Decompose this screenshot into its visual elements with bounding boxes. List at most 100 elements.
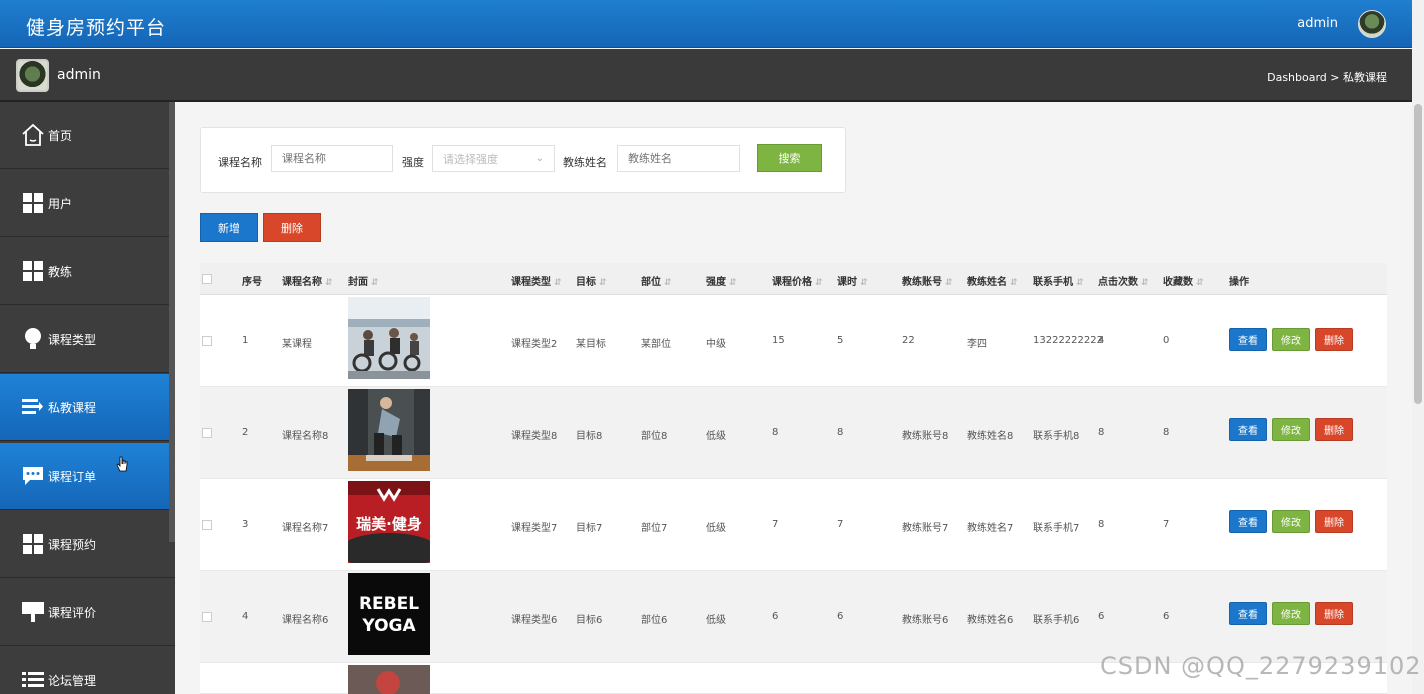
course-name-label: 课程名称 (218, 156, 262, 169)
cell-part: 部位8 (641, 431, 668, 442)
course-table: 序号 课程名称 ⇵ 封面 ⇵ 课程类型 ⇵ 目标 ⇵ 部位 ⇵ 强度 ⇵ 课程价格 ⇵ 课时 ⇵… (200, 263, 1387, 694)
col-header: 操作 (1229, 277, 1249, 288)
cell-phone: 联系手机7 (1033, 523, 1080, 534)
cell-part: 部位7 (641, 523, 668, 534)
cell-type: 课程类型7 (511, 523, 558, 534)
edit-button[interactable]: 修改 (1272, 328, 1310, 351)
cell-favs: 8 (1163, 427, 1170, 438)
search-button[interactable]: 搜索 (757, 144, 822, 172)
col-header[interactable]: 课程价格 ⇵ (772, 273, 823, 288)
sidebar-item-label: 首页 (48, 128, 73, 143)
sidebar-item-label: 教练 (48, 264, 73, 279)
view-button[interactable]: 查看 (1229, 418, 1267, 441)
top-header: 健身房预约平台 admin (0, 0, 1424, 48)
cell-intensity: 低级 (706, 431, 726, 442)
cell-favs: 6 (1163, 611, 1170, 622)
table-row: 1 某课程 课程类型2 某目标 某部位 中级 15 5 22 李四 132222… (200, 295, 1387, 387)
sidebar-item-label: 课程评价 (48, 605, 97, 620)
delete-button[interactable]: 删除 (1315, 602, 1353, 625)
cell-goal: 目标7 (576, 523, 603, 534)
col-header[interactable]: 部位 ⇵ (641, 273, 672, 288)
header-avatar[interactable] (1358, 10, 1386, 38)
cell-part: 某部位 (641, 339, 671, 350)
sidebar-item-course-reviews[interactable]: 课程评价 (0, 579, 175, 646)
cell-account: 22 (902, 335, 915, 346)
intensity-select[interactable]: 请选择强度 ⌄ (432, 145, 555, 172)
cover-image-gym-sign: 瑞美·健身 (348, 481, 430, 563)
sidebar-item-label: 课程订单 (48, 469, 97, 484)
search-panel: 课程名称 强度 请选择强度 ⌄ 教练姓名 搜索 (200, 127, 846, 193)
sidebar-item-coaches[interactable]: 教练 (0, 238, 175, 305)
col-header[interactable]: 收藏数 ⇵ (1163, 273, 1204, 288)
cell-coach: 教练姓名6 (967, 615, 1014, 626)
cell-hours: 6 (837, 611, 844, 622)
scrollbar-thumb[interactable] (1414, 104, 1422, 404)
sidebar-item-home[interactable]: 首页 (0, 102, 175, 169)
col-header[interactable]: 封面 ⇵ (348, 273, 379, 288)
delete-button[interactable]: 删除 (1315, 418, 1353, 441)
cover-image-spin-class (348, 297, 430, 379)
page-scrollbar[interactable] (1412, 0, 1424, 694)
table-row: 4 课程名称6 REBEL YOGA 课程类型6 目标6 部位6 低级 6 6 教… (200, 571, 1387, 663)
avatar (16, 59, 49, 92)
edit-button[interactable]: 修改 (1272, 510, 1310, 533)
cell-hours: 8 (837, 427, 844, 438)
sidebar-item-users[interactable]: 用户 (0, 170, 175, 237)
delete-button[interactable]: 删除 (1315, 510, 1353, 533)
intensity-placeholder: 请选择强度 (443, 152, 498, 166)
cell-account: 教练账号7 (902, 523, 949, 534)
row-checkbox[interactable] (202, 428, 212, 438)
sidebar-item-course-orders[interactable]: 课程订单 (0, 443, 175, 510)
cell-price: 15 (772, 335, 785, 346)
col-header[interactable]: 教练姓名 ⇵ (967, 273, 1018, 288)
cell-goal: 目标6 (576, 615, 603, 626)
cell-no: 3 (242, 519, 249, 530)
col-header[interactable]: 联系手机 ⇵ (1033, 273, 1084, 288)
row-checkbox[interactable] (202, 520, 212, 530)
cover-sign-text: 瑞美·健身 (356, 515, 422, 533)
sidebar-item-label: 私教课程 (48, 400, 97, 415)
col-header[interactable]: 课程名称 ⇵ (282, 273, 333, 288)
header-username[interactable]: admin (1297, 16, 1338, 31)
col-header[interactable]: 课时 ⇵ (837, 273, 868, 288)
view-button[interactable]: 查看 (1229, 510, 1267, 533)
col-header[interactable]: 课程类型 ⇵ (511, 273, 562, 288)
col-header[interactable]: 教练账号 ⇵ (902, 273, 953, 288)
table-header: 序号 课程名称 ⇵ 封面 ⇵ 课程类型 ⇵ 目标 ⇵ 部位 ⇵ 强度 ⇵ 课程价格 ⇵ 课时 ⇵… (200, 263, 1387, 295)
row-checkbox[interactable] (202, 612, 212, 622)
sidebar-scrollbar[interactable] (169, 102, 175, 542)
cell-name: 课程名称8 (282, 431, 329, 442)
list-icon (20, 394, 46, 420)
sidebar-item-label: 用户 (48, 196, 73, 211)
coach-name-input[interactable] (617, 145, 740, 172)
sidebar-item-course-booking[interactable]: 课程预约 (0, 511, 175, 578)
sidebar-item-forum[interactable]: 论坛管理 (0, 647, 175, 694)
cell-favs: 7 (1163, 519, 1170, 530)
cell-intensity: 中级 (706, 339, 726, 350)
grid-icon (20, 531, 46, 557)
course-name-input[interactable] (271, 145, 393, 172)
edit-button[interactable]: 修改 (1272, 418, 1310, 441)
col-header[interactable]: 强度 ⇵ (706, 273, 737, 288)
cell-goal: 某目标 (576, 339, 606, 350)
cover-image-partial (348, 665, 430, 694)
add-button[interactable]: 新增 (200, 213, 258, 242)
delete-button[interactable]: 删除 (1315, 328, 1353, 351)
chevron-down-icon: ⌄ (535, 153, 544, 164)
col-header[interactable]: 点击次数 ⇵ (1098, 273, 1149, 288)
col-header[interactable]: 目标 ⇵ (576, 273, 607, 288)
view-button[interactable]: 查看 (1229, 328, 1267, 351)
sidebar-item-private-courses[interactable]: 私教课程 (0, 374, 175, 441)
row-checkbox[interactable] (202, 336, 212, 346)
sidebar-item-course-types[interactable]: 课程类型 (0, 306, 175, 373)
edit-button[interactable]: 修改 (1272, 602, 1310, 625)
cell-intensity: 低级 (706, 615, 726, 626)
cell-type: 课程类型2 (511, 339, 558, 350)
select-all-checkbox[interactable] (202, 274, 212, 284)
cell-phone: 联系手机8 (1033, 431, 1080, 442)
batch-delete-button[interactable]: 删除 (263, 213, 321, 242)
view-button[interactable]: 查看 (1229, 602, 1267, 625)
col-header: 序号 (242, 277, 262, 288)
cell-part: 部位6 (641, 615, 668, 626)
user-bar: admin Dashboard > 私教课程 (0, 49, 1412, 102)
